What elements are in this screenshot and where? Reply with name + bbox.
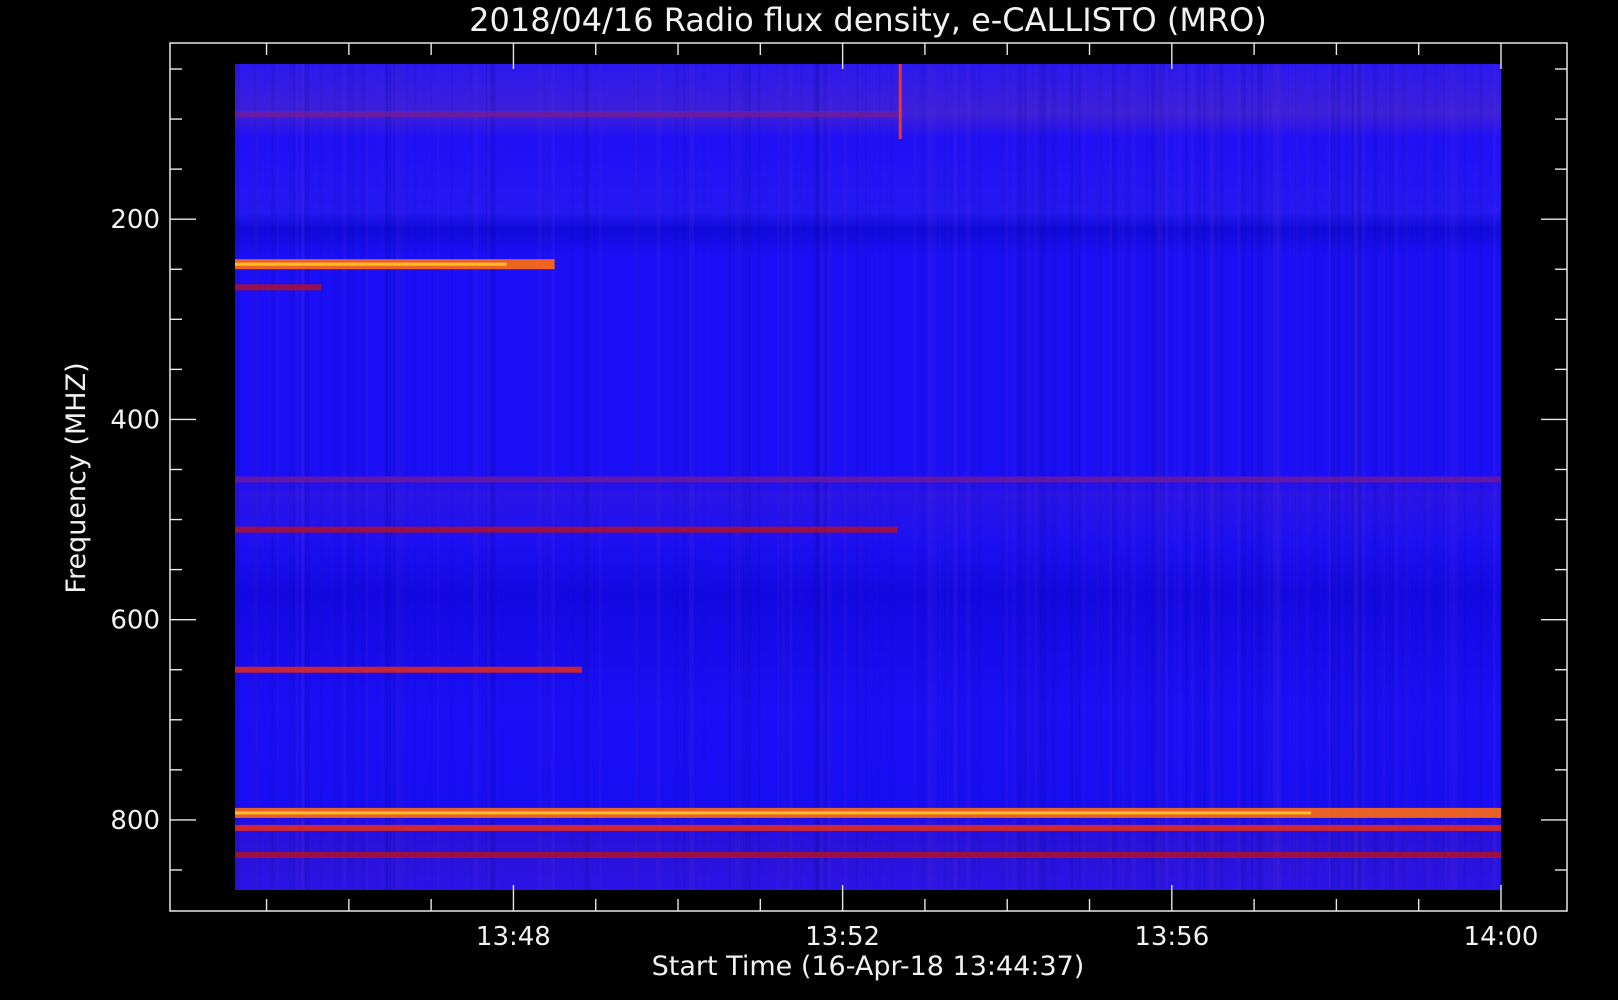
y-axis-label: Frequency (MHZ)	[61, 362, 92, 593]
emission-band	[235, 526, 898, 533]
emission-band-core	[235, 811, 1312, 815]
y-tick-label: 200	[110, 205, 160, 235]
emission-band	[235, 111, 898, 118]
x-tick-label: 13:52	[805, 922, 880, 952]
emission-band-core	[235, 262, 507, 266]
y-tick-labels: 200 400 600 800	[110, 205, 160, 836]
emission-band	[235, 852, 1501, 858]
emission-band	[235, 666, 582, 673]
x-tick-label: 13:48	[476, 922, 551, 952]
emission-band	[235, 284, 322, 291]
spectrogram-chart: 2018/04/16 Radio flux density, e-CALLIST…	[61, 1, 1568, 982]
emission-band	[235, 476, 1501, 483]
emission-spike	[898, 64, 902, 140]
y-tick-label: 800	[110, 806, 160, 836]
chart-title: 2018/04/16 Radio flux density, e-CALLIST…	[469, 1, 1267, 39]
emission-band	[235, 824, 1501, 831]
x-tick-label: 14:00	[1464, 922, 1539, 952]
x-axis-label: Start Time (16-Apr-18 13:44:37)	[652, 951, 1085, 982]
y-tick-label: 600	[110, 606, 160, 636]
y-tick-label: 400	[110, 405, 160, 435]
x-tick-label: 13:56	[1134, 922, 1209, 952]
x-tick-labels: 13:48 13:52 13:56 14:00	[476, 922, 1539, 952]
